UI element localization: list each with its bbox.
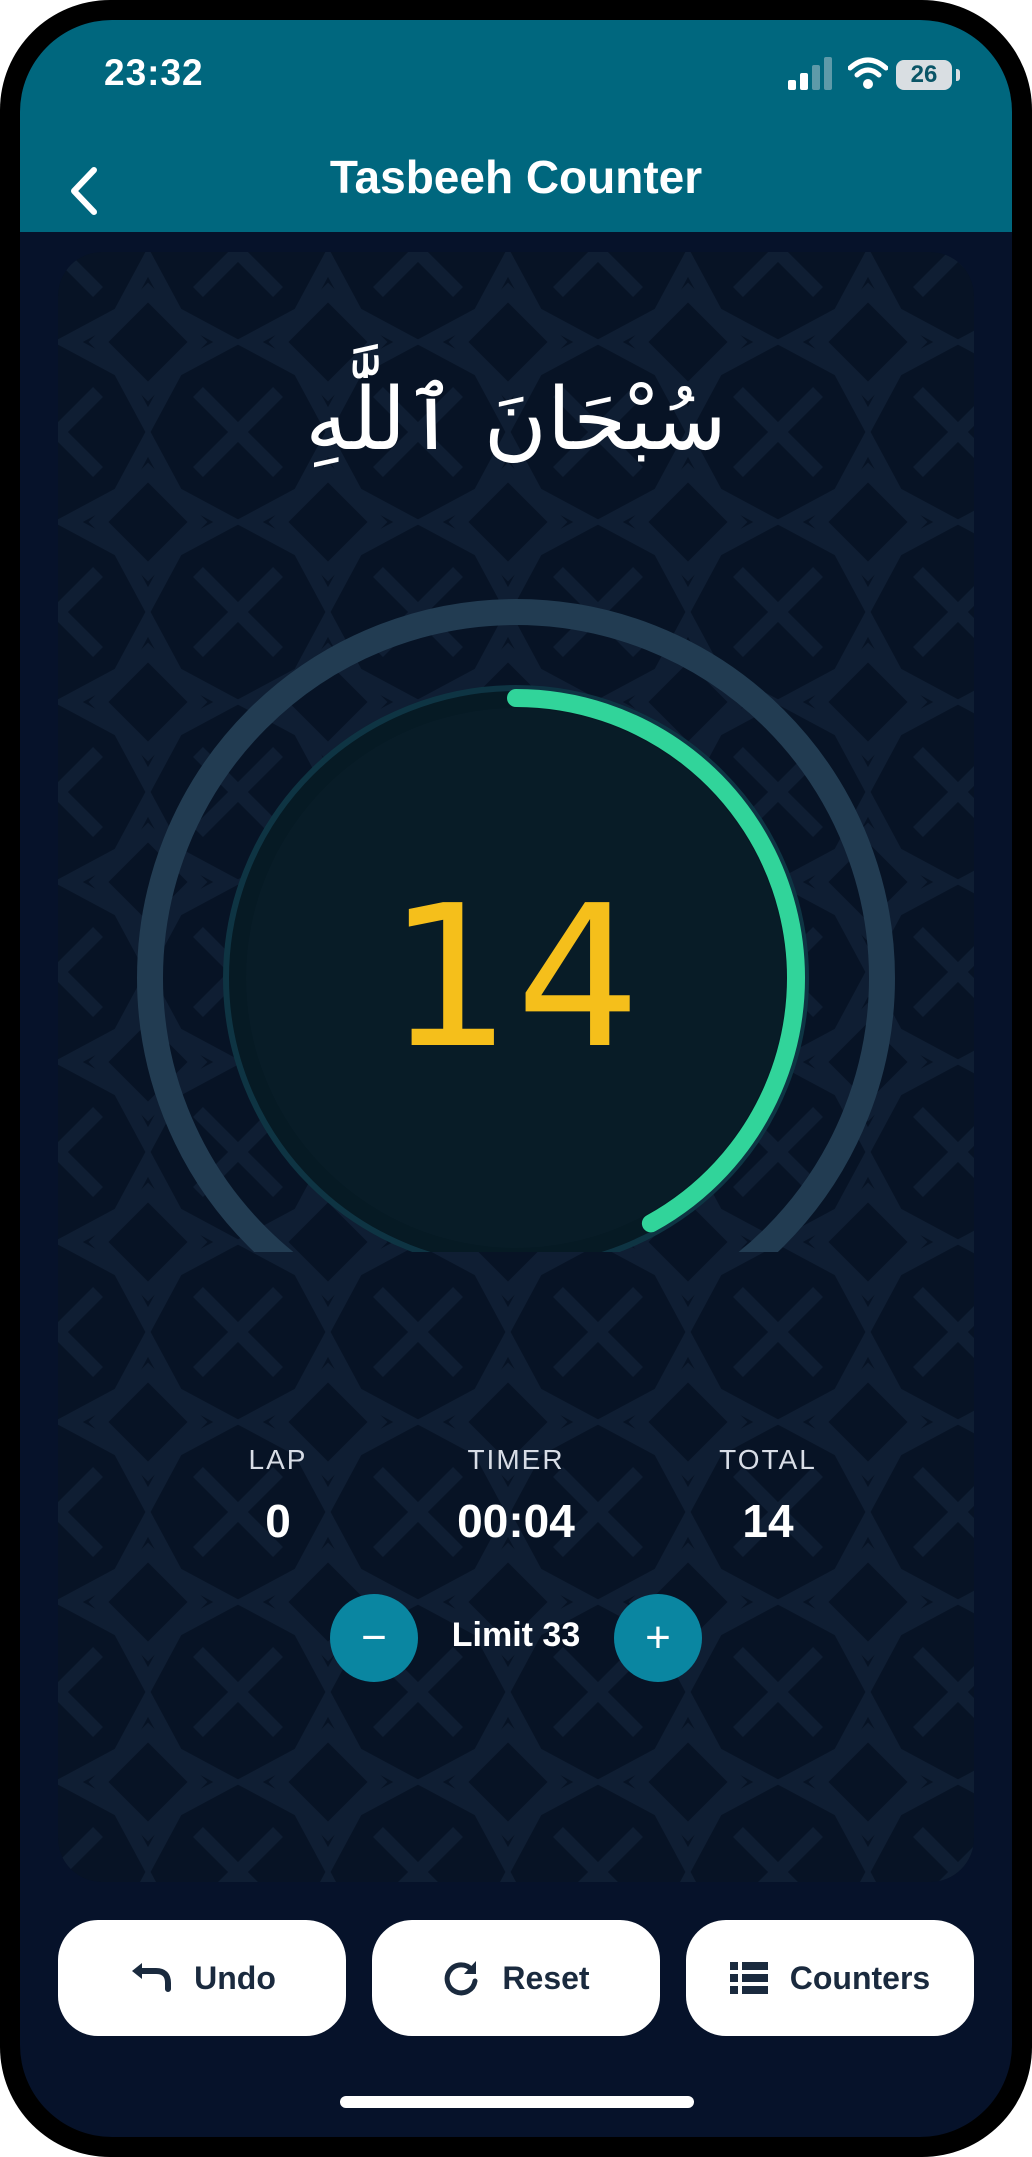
timer-value: 00:04 bbox=[457, 1495, 575, 1547]
timer-label: TIMER bbox=[467, 1444, 565, 1475]
home-indicator[interactable] bbox=[340, 2096, 694, 2108]
top-bar: 23:32 26 Tasbeeh Counter bbox=[20, 20, 1012, 232]
lap-label: LAP bbox=[248, 1444, 308, 1475]
count-value: 14 bbox=[387, 864, 645, 1092]
counter-card[interactable]: سُبْحَانَ ٱللَّٰهِ 14 LAP 0 TIMER 00:04 … bbox=[58, 252, 974, 1882]
lap-value: 0 bbox=[265, 1495, 291, 1547]
increase-limit-button[interactable]: + bbox=[614, 1594, 702, 1682]
progress-ring bbox=[137, 599, 895, 1252]
wifi-icon bbox=[848, 57, 888, 89]
battery-icon: 26 bbox=[896, 60, 952, 90]
reset-icon bbox=[445, 1961, 478, 1996]
total-value: 14 bbox=[742, 1495, 794, 1547]
phone-frame: 23:32 26 Tasbeeh Counter سُبْحَانَ ٱللَّ… bbox=[0, 0, 1032, 2157]
limit-label: Limit 33 bbox=[451, 1616, 581, 1654]
undo-button[interactable]: Undo bbox=[58, 1920, 346, 2036]
status-icons: 26 bbox=[788, 56, 964, 96]
status-time: 23:32 bbox=[104, 52, 204, 93]
reset-button[interactable]: Reset bbox=[372, 1920, 660, 2036]
app-screen: 23:32 26 Tasbeeh Counter سُبْحَانَ ٱللَّ… bbox=[20, 20, 1012, 2137]
reset-label: Reset bbox=[502, 1959, 590, 1996]
list-icon bbox=[729, 1962, 768, 1994]
undo-icon bbox=[132, 1963, 172, 1992]
undo-label: Undo bbox=[194, 1959, 276, 1996]
page-title: Tasbeeh Counter bbox=[329, 151, 703, 203]
battery-cap bbox=[956, 69, 960, 81]
total-label: TOTAL bbox=[719, 1444, 817, 1475]
total-stat: TOTAL 14 bbox=[648, 1444, 888, 1548]
counters-button[interactable]: Counters bbox=[686, 1920, 974, 2036]
limit-control: − Limit 33 + bbox=[58, 1594, 974, 1682]
lap-stat: LAP 0 bbox=[158, 1444, 398, 1548]
counters-label: Counters bbox=[789, 1959, 931, 1996]
cellular-signal-icon bbox=[788, 57, 832, 90]
timer-stat: TIMER 00:04 bbox=[396, 1444, 636, 1548]
